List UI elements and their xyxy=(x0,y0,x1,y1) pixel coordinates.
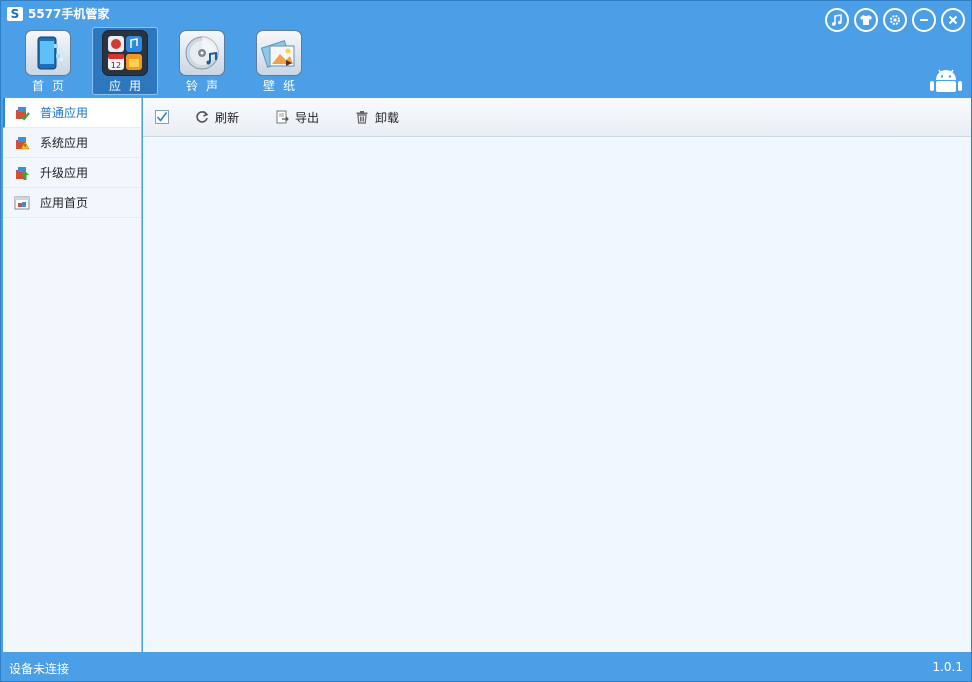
main-panel: 刷新 导出 卸载 xyxy=(143,98,971,652)
select-all-checkbox[interactable] xyxy=(155,110,169,124)
app-logo-icon: S xyxy=(7,7,23,21)
app-window: S 5577手机管家 首页 12 应用 铃声 壁纸 普通应用 系统应用 升级应用… xyxy=(0,0,972,682)
minimize-icon xyxy=(920,19,928,21)
app-home-icon xyxy=(14,195,30,211)
connection-status: 设备未连接 xyxy=(9,662,70,676)
export-label: 导出 xyxy=(295,110,320,125)
refresh-label: 刷新 xyxy=(215,110,240,125)
nav-label-ringtones: 铃声 xyxy=(185,79,226,93)
android-icon[interactable] xyxy=(927,67,965,96)
status-bar: 设备未连接 1.0.1 xyxy=(1,653,971,681)
close-button[interactable] xyxy=(941,8,965,32)
nav-label-home: 首页 xyxy=(31,79,72,93)
nav-item-home[interactable]: 首页 xyxy=(15,27,81,95)
phone-icon xyxy=(25,30,71,76)
refresh-button[interactable]: 刷新 xyxy=(195,109,239,126)
nav-label-wallpaper: 壁纸 xyxy=(262,79,303,93)
refresh-icon xyxy=(196,110,209,123)
upgrade-apps-icon xyxy=(14,165,30,181)
sidebar-item-normal-apps[interactable]: 普通应用 xyxy=(3,98,141,128)
toolbar: 刷新 导出 卸载 xyxy=(143,98,971,137)
app-title: 5577手机管家 xyxy=(28,7,110,21)
app-list-area[interactable] xyxy=(143,137,971,651)
version-label: 1.0.1 xyxy=(932,660,963,674)
nav-label-apps: 应用 xyxy=(108,79,149,93)
nav-item-wallpaper[interactable]: 壁纸 xyxy=(246,27,312,95)
skin-button[interactable] xyxy=(854,8,878,32)
apps-icon-date: 12 xyxy=(111,61,121,70)
sidebar-item-label: 系统应用 xyxy=(40,136,89,150)
export-button[interactable]: 导出 xyxy=(275,109,319,126)
sidebar-item-label: 升级应用 xyxy=(40,166,89,180)
nav-item-apps[interactable]: 12 应用 xyxy=(92,27,158,95)
close-icon xyxy=(948,15,958,25)
minimize-button[interactable] xyxy=(912,8,936,32)
main-nav: 首页 12 应用 铃声 壁纸 xyxy=(15,27,312,97)
uninstall-label: 卸载 xyxy=(375,110,400,125)
sidebar-item-system-apps[interactable]: 系统应用 xyxy=(3,128,141,158)
sidebar: 普通应用 系统应用 升级应用 应用首页 xyxy=(3,98,142,652)
sidebar-item-label: 应用首页 xyxy=(40,196,89,210)
sidebar-item-upgrade-apps[interactable]: 升级应用 xyxy=(3,158,141,188)
skin-icon xyxy=(860,15,872,25)
checkmark-icon xyxy=(156,112,168,122)
uninstall-button[interactable]: 卸载 xyxy=(355,109,399,126)
settings-icon xyxy=(890,15,900,25)
music-button[interactable] xyxy=(825,8,849,32)
cd-icon xyxy=(179,30,225,76)
wallpaper-icon xyxy=(256,30,302,76)
trash-icon xyxy=(356,111,368,124)
music-icon xyxy=(832,14,842,26)
export-icon xyxy=(276,110,289,124)
normal-apps-icon xyxy=(14,105,30,121)
sidebar-item-app-home[interactable]: 应用首页 xyxy=(3,188,141,218)
settings-button[interactable] xyxy=(883,8,907,32)
apps-icon: 12 xyxy=(102,30,148,76)
sidebar-item-label: 普通应用 xyxy=(40,106,89,120)
window-controls xyxy=(825,8,965,32)
nav-item-ringtones[interactable]: 铃声 xyxy=(169,27,235,95)
system-apps-icon xyxy=(14,135,30,151)
